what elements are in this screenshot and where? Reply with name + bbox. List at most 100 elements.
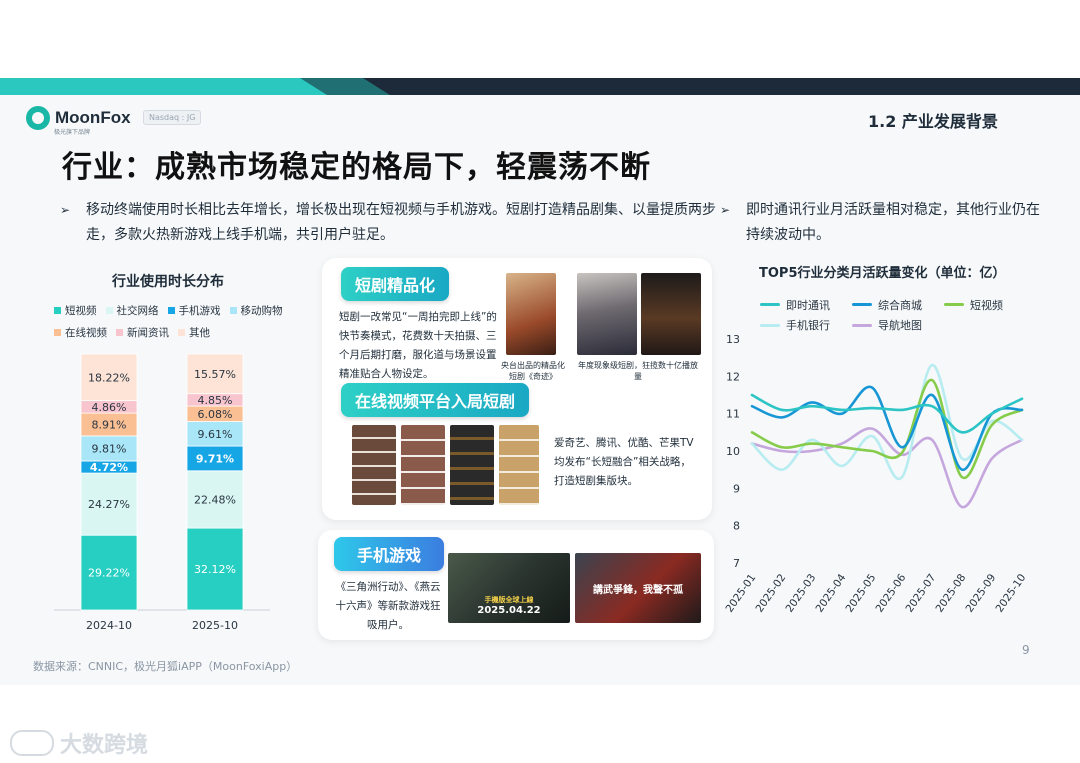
bar-data-label: 4.85% xyxy=(198,394,233,407)
bar-legend-swatch xyxy=(54,329,61,336)
video-platform-label: 在线视频平台入局短剧 xyxy=(341,383,529,417)
bar-legend-item: 短视频 xyxy=(54,303,97,318)
brand-subtitle: 极光旗下品牌 xyxy=(54,129,91,136)
y-tick-label: 11 xyxy=(726,408,740,421)
game-poster-1-date: 2025.04.22 xyxy=(477,605,541,616)
bullet-left-text: 移动终端使用时长相比去年增长，增长极出现在短视频与手机游戏。短剧打造精品剧集、以… xyxy=(86,202,716,243)
line-legend-label: 即时通讯 xyxy=(786,298,830,312)
drama-poster-miracle xyxy=(506,273,556,355)
short-drama-text: 短剧一改常见“一周拍完即上线”的快节奏模式，花费数十天拍摄、三个月后期打磨，服化… xyxy=(339,311,497,380)
platform-screenshot-4 xyxy=(499,425,539,505)
bar-chart-title: 行业使用时长分布 xyxy=(112,274,224,290)
page-title: 行业：成熟市场稳定的格局下，轻震荡不断 xyxy=(62,150,651,185)
bar-legend-item: 其他 xyxy=(178,325,210,340)
bar-legend-item: 移动购物 xyxy=(229,303,283,318)
bar-data-label: 18.22% xyxy=(88,371,130,384)
drama-caption-2: 年度现象级短剧，狂揽数十亿播放量 xyxy=(578,361,698,381)
y-tick-label: 13 xyxy=(726,333,740,346)
bar-chart: 29.22% 24.27% 4.72% 9.81% 8.91% 4.86% 18.22% 20… xyxy=(54,340,274,640)
line-legend-swatch xyxy=(760,303,780,306)
watermark-text: 大数跨境 xyxy=(60,733,149,758)
platform-screenshot-2 xyxy=(401,425,445,505)
game-poster-1-text: 手機版全球上線 xyxy=(484,596,534,604)
line-legend-item: 即时通讯 xyxy=(760,297,852,313)
bar-legend-swatch xyxy=(178,329,185,336)
bar-data-label: 8.91% xyxy=(92,418,127,431)
mobile-game-text: 《三角洲行动》、《燕云十六声》等新款游戏狂吸用户。 xyxy=(335,581,441,631)
bar-category-label: 2025-10 xyxy=(192,619,238,632)
bar-legend-label: 社交网络 xyxy=(116,305,159,317)
bar-data-label: 4.86% xyxy=(92,401,127,414)
header-accent xyxy=(0,78,345,95)
line-chart: 7 8 9 10 11 12 13 2025-01 2025-02 2025-03 2025-04 2… xyxy=(722,328,1052,628)
game-poster-yanyun: 講武爭鋒，我聲不孤 xyxy=(575,553,701,623)
line-chart-svg: 789101112132025-012025-022025-032025-042… xyxy=(723,333,1028,615)
y-tick-label: 12 xyxy=(726,370,740,383)
bar-legend-item: 社交网络 xyxy=(105,303,159,318)
bullet-right: ➢ 即时通讯行业月活跃量相对稳定，其他行业仍在持续波动中。 xyxy=(720,198,1046,248)
video-platform-text: 爱奇艺、腾讯、优酷、芒果TV均发布“长短融合”相关战略，打造短剧集版块。 xyxy=(554,437,694,487)
bar-legend-label: 移动购物 xyxy=(240,305,283,317)
watermark-logo-icon xyxy=(10,730,54,756)
line-legend-swatch xyxy=(852,323,872,327)
watermark: 大数跨境 xyxy=(10,727,148,759)
bar-legend-item: 新闻资讯 xyxy=(116,325,169,340)
bullet-left: ➢ 移动终端使用时长相比去年增长，增长极出现在短视频与手机游戏。短剧打造精品剧集… xyxy=(60,198,716,248)
y-tick-label: 9 xyxy=(733,482,740,495)
line-legend-label: 短视频 xyxy=(970,298,1003,312)
line-series xyxy=(750,427,1024,509)
bar-data-label: 6.08% xyxy=(198,408,233,421)
bar-legend-item: 手机游戏 xyxy=(167,303,221,318)
bullet-right-text: 即时通讯行业月活跃量相对稳定，其他行业仍在持续波动中。 xyxy=(746,202,1040,243)
bar-data-label: 9.71% xyxy=(196,452,234,465)
bullet-arrow-icon: ➢ xyxy=(60,203,71,217)
moonfox-logo-icon xyxy=(26,106,50,130)
game-poster-delta-force: 手機版全球上線 2025.04.22 xyxy=(448,553,570,623)
bar-data-label: 22.48% xyxy=(194,493,236,506)
ticker-badge: Nasdaq : JG xyxy=(143,110,202,125)
bar-legend-swatch xyxy=(105,307,113,314)
line-legend-item: 短视频 xyxy=(944,297,1036,313)
bar-legend-swatch xyxy=(116,329,123,336)
drama-caption-1: 央台出品的精品化短剧《奇迹》 xyxy=(501,361,565,381)
bar-data-label: 29.22% xyxy=(88,567,130,580)
y-tick-label: 7 xyxy=(733,557,740,570)
bar-chart-svg: 29.22% 24.27% 4.72% 9.81% 8.91% 4.86% 18.22% 20… xyxy=(54,353,270,632)
drama-poster-couple xyxy=(577,273,637,355)
line-legend-swatch xyxy=(944,303,964,306)
bullet-arrow-icon: ➢ xyxy=(720,203,731,217)
section-title: 1.2 产业发展背景 xyxy=(868,112,998,131)
bar-legend-label: 其他 xyxy=(189,327,210,339)
platform-screenshot-1 xyxy=(352,425,396,505)
x-tick-label: 2025-10 xyxy=(993,572,1028,615)
line-legend-item: 综合商城 xyxy=(852,297,944,313)
y-tick-label: 8 xyxy=(733,520,740,533)
brand-name: MoonFox xyxy=(55,108,131,127)
data-source: 数据来源：CNNIC，极光月狐iAPP（MoonFoxiApp） xyxy=(33,660,298,673)
short-drama-label: 短剧精品化 xyxy=(341,267,449,301)
bar-legend-label: 短视频 xyxy=(65,305,97,317)
bar-data-label: 32.12% xyxy=(194,563,236,576)
line-legend-label: 综合商城 xyxy=(878,298,922,312)
bar-data-label: 9.81% xyxy=(92,442,127,455)
bar-data-label: 15.57% xyxy=(194,368,236,381)
page-number: 9 xyxy=(1022,643,1030,657)
bar-data-label: 24.27% xyxy=(88,498,130,511)
bar-data-label: 9.61% xyxy=(198,428,233,441)
bar-legend-label: 手机游戏 xyxy=(178,305,221,317)
bar-category-label: 2024-10 xyxy=(86,619,132,632)
bar-legend-swatch xyxy=(229,307,237,314)
line-legend-swatch xyxy=(852,303,872,306)
bar-data-label: 4.72% xyxy=(90,461,128,474)
platform-screenshot-3 xyxy=(450,425,494,505)
bar-legend-label: 在线视频 xyxy=(65,327,107,339)
mobile-game-label: 手机游戏 xyxy=(334,537,444,571)
bar-legend-swatch xyxy=(54,307,61,314)
game-poster-2-text: 講武爭鋒，我聲不孤 xyxy=(593,585,683,596)
bar-legend-label: 新闻资讯 xyxy=(127,327,169,339)
bar-legend-swatch xyxy=(167,307,175,314)
y-tick-label: 10 xyxy=(726,445,740,458)
line-legend-swatch xyxy=(760,323,780,327)
line-chart-title: TOP5行业分类月活跃量变化（单位：亿） xyxy=(759,266,1006,281)
drama-poster-dark xyxy=(641,273,701,355)
